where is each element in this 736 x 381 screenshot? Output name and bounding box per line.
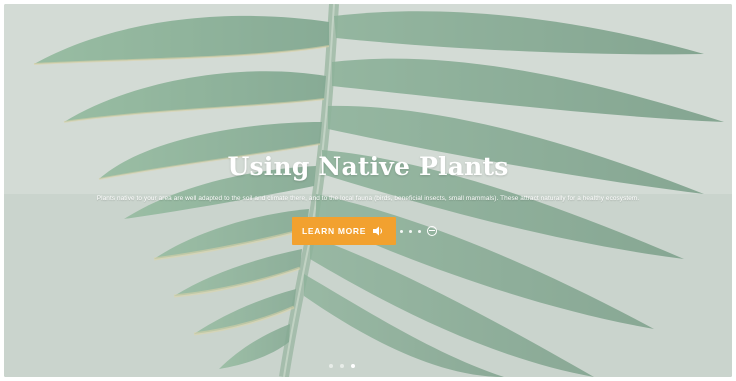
pager-dot[interactable] xyxy=(329,364,333,368)
decor-dot xyxy=(400,229,404,233)
learn-more-button[interactable]: LEARN MORE xyxy=(292,217,397,245)
hero-slider: Using Native Plants Plants native to you… xyxy=(4,4,732,377)
cta-decorations xyxy=(400,226,438,236)
decor-dot xyxy=(409,229,413,233)
slide-pager xyxy=(329,364,355,368)
pager-dot-active[interactable] xyxy=(351,364,355,368)
hero-content: Using Native Plants Plants native to you… xyxy=(4,152,732,202)
learn-more-label: LEARN MORE xyxy=(302,226,367,236)
speaker-icon xyxy=(372,225,384,237)
circle-minus-icon xyxy=(427,226,438,236)
pager-dot[interactable] xyxy=(340,364,344,368)
hero-title: Using Native Plants xyxy=(227,152,509,181)
hero-subtitle: Plants native to your area are well adap… xyxy=(96,195,640,202)
decor-dot xyxy=(418,229,422,233)
cta-row: LEARN MORE xyxy=(292,217,438,245)
